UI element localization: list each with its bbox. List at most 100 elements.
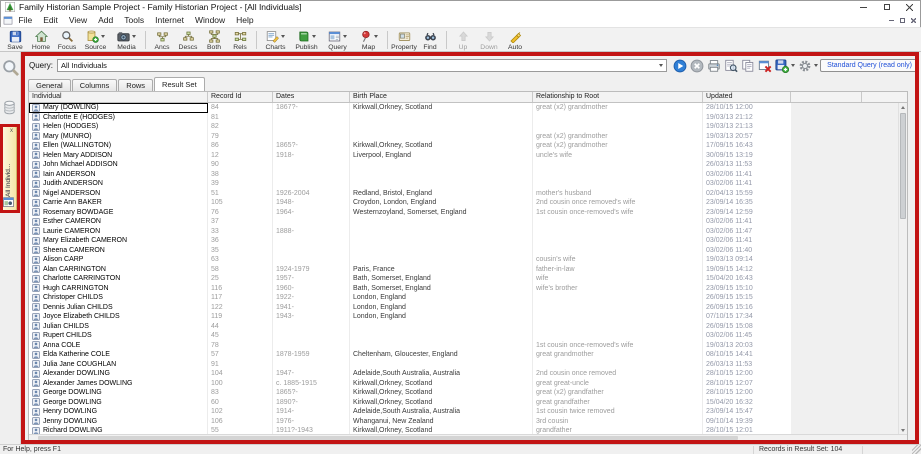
table-row[interactable]: Mary Elizabeth CAMERON 36 03/02/06 11:41 xyxy=(29,236,791,246)
toolbar-up-button[interactable]: Up xyxy=(450,29,476,51)
toolbar-save-button[interactable]: Save xyxy=(2,29,28,51)
focus-window-icon[interactable] xyxy=(2,59,20,77)
mdi-minimize-button[interactable] xyxy=(889,19,894,21)
cell-individual[interactable]: Charlotte E (HODGES) xyxy=(29,112,208,122)
table-row[interactable]: Ellen (WALLINGTON) 86 1865?- Kirkwall,Orkne… xyxy=(29,141,791,151)
maximize-button[interactable] xyxy=(875,1,898,13)
cell-individual[interactable]: Charlotte CARRINGTON xyxy=(29,274,208,284)
tab-general[interactable]: General xyxy=(28,79,71,91)
dropdown-caret-icon[interactable] xyxy=(343,35,347,38)
table-row[interactable]: Elda Katherine COLE 57 1878-1959 Cheltenham… xyxy=(29,350,791,360)
table-row[interactable]: Alexander DOWLING 104 1947- Adelaide,South … xyxy=(29,369,791,379)
cell-individual[interactable]: Ellen (WALLINGTON) xyxy=(29,141,208,151)
cell-individual[interactable]: George DOWLING xyxy=(29,397,208,407)
cell-individual[interactable]: George DOWLING xyxy=(29,388,208,398)
toolbar-find-button[interactable]: Find xyxy=(417,29,443,51)
cell-individual[interactable]: Judith ANDERSON xyxy=(29,179,208,189)
table-row[interactable]: Sheena CAMERON 35 03/02/06 11:40 xyxy=(29,245,791,255)
mdi-document-icon[interactable] xyxy=(3,16,13,25)
menu-view[interactable]: View xyxy=(63,15,92,25)
copy-button[interactable] xyxy=(740,58,756,73)
cell-individual[interactable]: Alan CARRINGTON xyxy=(29,264,208,274)
toolbar-source-button[interactable]: Source xyxy=(80,29,111,51)
toolbar-down-button[interactable]: Down xyxy=(476,29,502,51)
column-header-relationship-to-root[interactable]: Relationship to Root xyxy=(533,92,703,102)
stop-button[interactable] xyxy=(689,58,705,73)
tab-rows[interactable]: Rows xyxy=(118,79,154,91)
menu-file[interactable]: File xyxy=(13,15,38,25)
cell-individual[interactable]: Mary Elizabeth CAMERON xyxy=(29,236,208,246)
minimize-button[interactable] xyxy=(852,1,875,13)
records-window-icon[interactable] xyxy=(2,99,17,116)
toolbar-publish-button[interactable]: Publish xyxy=(291,29,322,51)
hscrollbar-thumb[interactable] xyxy=(38,436,738,440)
toolbar-both-button[interactable]: Both xyxy=(201,29,227,51)
cell-individual[interactable]: Rupert CHILDS xyxy=(29,331,208,341)
cell-individual[interactable]: Mary (MUNRO) xyxy=(29,131,208,141)
table-row[interactable]: Anna COLE 78 1st cousin once-removed's wif… xyxy=(29,340,791,350)
standard-query-button[interactable]: Standard Query (read only) xyxy=(820,59,919,72)
menu-edit[interactable]: Edit xyxy=(38,15,64,25)
horizontal-scrollbar[interactable] xyxy=(29,434,907,441)
toolbar-rels-button[interactable]: Rels xyxy=(227,29,253,51)
table-row[interactable]: Helen (HODGES) 82 19/03/13 21:13 xyxy=(29,122,791,132)
run-button[interactable] xyxy=(672,58,688,73)
dropdown-caret-icon[interactable] xyxy=(374,35,378,38)
cell-individual[interactable]: Joyce Elizabeth CHILDS xyxy=(29,312,208,322)
cell-individual[interactable]: Julia Jane COUGHLAN xyxy=(29,359,208,369)
toolbar-media-button[interactable]: Media xyxy=(111,29,142,51)
tab-columns[interactable]: Columns xyxy=(71,79,118,91)
cell-individual[interactable]: Anna COLE xyxy=(29,340,208,350)
resize-grip[interactable] xyxy=(912,445,921,454)
vertical-scrollbar[interactable] xyxy=(898,103,907,434)
cell-individual[interactable]: Helen Mary ADDISON xyxy=(29,150,208,160)
cell-individual[interactable]: Dennis Julian CHILDS xyxy=(29,302,208,312)
cell-individual[interactable]: Alexander DOWLING xyxy=(29,369,208,379)
cell-individual[interactable]: Henry DOWLING xyxy=(29,407,208,417)
toolbar-property-button[interactable]: Property xyxy=(391,29,417,51)
cell-individual[interactable]: Jenny DOWLING xyxy=(29,416,208,426)
table-row[interactable]: Charlotte CARRINGTON 25 1957- Bath, Somerse… xyxy=(29,274,791,284)
table-row[interactable]: Mary (MUNRO) 79 great (x2) grandmother 19/0… xyxy=(29,131,791,141)
cell-individual[interactable]: Iain ANDERSON xyxy=(29,169,208,179)
table-row[interactable]: Iain ANDERSON 38 03/02/06 11:41 xyxy=(29,169,791,179)
table-row[interactable]: Esther CAMERON 37 03/02/06 11:41 xyxy=(29,217,791,227)
table-row[interactable]: Alan CARRINGTON 58 1924-1979 Paris, France f… xyxy=(29,264,791,274)
table-row[interactable]: Helen Mary ADDISON 12 1918- Liverpool, Engl… xyxy=(29,150,791,160)
mdi-close-button[interactable] xyxy=(911,17,916,23)
cell-individual[interactable]: Sheena CAMERON xyxy=(29,245,208,255)
column-header-record-id[interactable]: Record Id xyxy=(208,92,273,102)
table-row[interactable]: Judith ANDERSON 39 03/02/06 11:41 xyxy=(29,179,791,189)
scroll-down-icon[interactable] xyxy=(899,426,907,434)
cell-individual[interactable]: John Michael ADDISON xyxy=(29,160,208,170)
table-row[interactable]: Dennis Julian CHILDS 122 1941- London, Engl… xyxy=(29,302,791,312)
scrollbar-thumb[interactable] xyxy=(900,113,906,219)
table-row[interactable]: Alexander James DOWLING 100 c. 1885-1915 Ki… xyxy=(29,378,791,388)
cell-individual[interactable]: Christoper CHILDS xyxy=(29,293,208,303)
table-row[interactable]: Rosemary BOWDAGE 76 1964- Westernzoyland, S… xyxy=(29,207,791,217)
scroll-up-icon[interactable] xyxy=(899,103,907,111)
save-query-button[interactable] xyxy=(774,58,796,73)
table-row[interactable]: George DOWLING 60 1890?- Kirkwall,Orkney, S… xyxy=(29,397,791,407)
cell-individual[interactable]: Hugh CARRINGTON xyxy=(29,283,208,293)
cell-individual[interactable]: Helen (HODGES) xyxy=(29,122,208,132)
options-button[interactable] xyxy=(797,58,819,73)
toolbar-ancs-button[interactable]: Ancs xyxy=(149,29,175,51)
table-row[interactable]: Mary (DOWLING) 84 1867?- Kirkwall,Orkney, S… xyxy=(29,103,791,113)
table-row[interactable]: Jenny DOWLING 106 1976- Whanganui, New Zeal… xyxy=(29,416,791,426)
toolbar-home-button[interactable]: Home xyxy=(28,29,54,51)
cell-individual[interactable]: Laurie CAMERON xyxy=(29,226,208,236)
close-query-button[interactable] xyxy=(757,58,773,73)
table-row[interactable]: George DOWLING 83 1865?- Kirkwall,Orkney, S… xyxy=(29,388,791,398)
toolbar-descs-button[interactable]: Descs xyxy=(175,29,201,51)
toolbar-auto-button[interactable]: Auto xyxy=(502,29,528,51)
table-row[interactable]: Christoper CHILDS 117 1922- London, England… xyxy=(29,293,791,303)
cell-individual[interactable]: Julian CHILDS xyxy=(29,321,208,331)
toolbar-query-button[interactable]: Query xyxy=(322,29,353,51)
dropdown-caret-icon[interactable] xyxy=(791,64,796,67)
cell-individual[interactable]: Alexander James DOWLING xyxy=(29,378,208,388)
sidebar-tab-close-icon[interactable]: x xyxy=(10,128,13,134)
menu-window[interactable]: Window xyxy=(189,15,230,25)
toolbar-focus-button[interactable]: Focus xyxy=(54,29,80,51)
table-row[interactable]: Joyce Elizabeth CHILDS 119 1943- London, En… xyxy=(29,312,791,322)
